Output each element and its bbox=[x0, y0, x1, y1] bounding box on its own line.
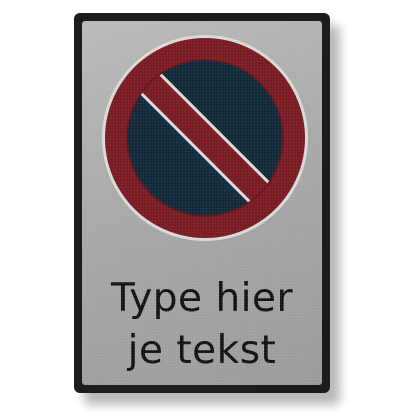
no-parking-icon bbox=[102, 35, 308, 241]
caption-line-2: je tekst bbox=[127, 328, 277, 373]
sign-caption: Type hier je tekst bbox=[82, 273, 322, 377]
parking-sign: Type hier je tekst bbox=[74, 13, 330, 393]
sign-plate: Type hier je tekst bbox=[82, 21, 322, 385]
caption-line-1: Type hier bbox=[110, 276, 294, 321]
